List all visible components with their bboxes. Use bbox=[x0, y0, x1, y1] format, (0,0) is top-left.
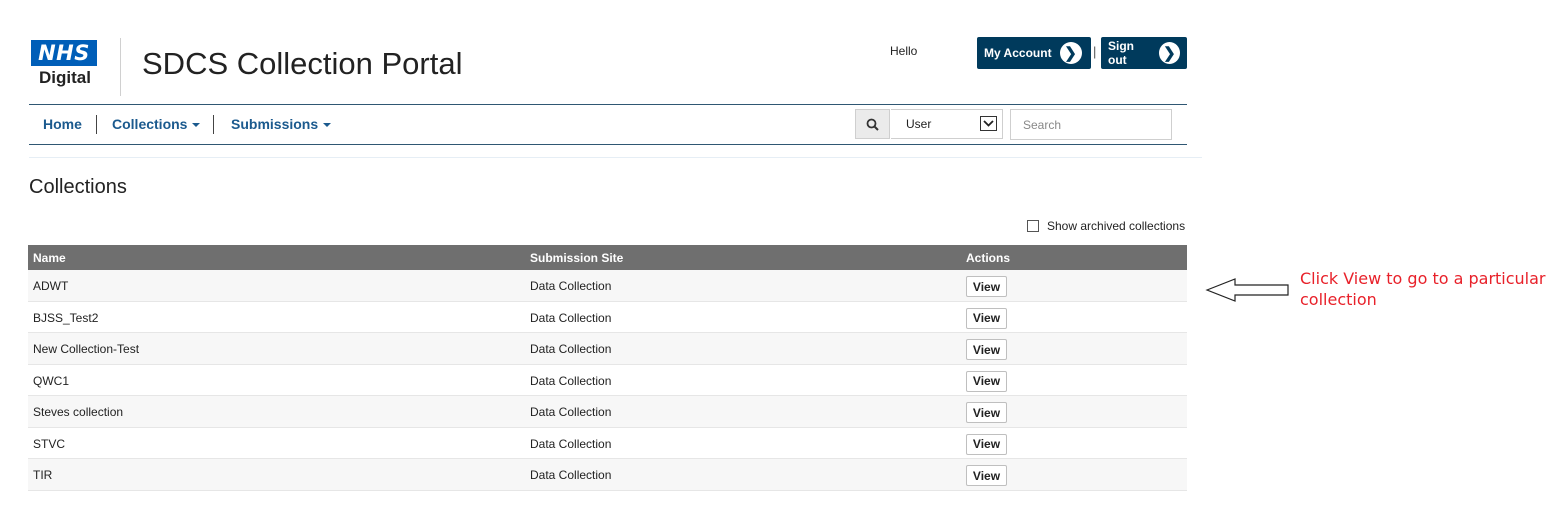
annotation-text: Click View to go to a particular collect… bbox=[1300, 269, 1546, 309]
row-submission-site: Data Collection bbox=[530, 373, 612, 388]
nhs-logo-subtext: Digital bbox=[39, 68, 91, 87]
show-archived-toggle[interactable]: Show archived collections bbox=[1027, 219, 1185, 233]
row-submission-site: Data Collection bbox=[530, 310, 612, 325]
sign-out-button[interactable]: Sign out ❯ bbox=[1101, 37, 1187, 69]
nav-divider bbox=[213, 115, 214, 134]
nav-item-label: Home bbox=[43, 116, 82, 132]
row-name: TIR bbox=[33, 468, 53, 482]
nav-item-label: Collections bbox=[112, 116, 188, 132]
view-button[interactable]: View bbox=[966, 465, 1007, 486]
page-title: SDCS Collection Portal bbox=[142, 46, 463, 81]
row-name: QWC1 bbox=[33, 373, 69, 388]
row-name: New Collection-Test bbox=[33, 342, 140, 356]
row-name: Steves collection bbox=[33, 405, 124, 419]
nav-item-home[interactable]: Home bbox=[43, 116, 82, 132]
chevron-right-icon: ❯ bbox=[1059, 42, 1082, 64]
nav-item-collections[interactable]: Collections bbox=[112, 116, 201, 132]
search-icon bbox=[866, 118, 879, 131]
column-header-name[interactable]: Name bbox=[33, 251, 66, 265]
nav-divider bbox=[96, 115, 97, 134]
show-archived-label: Show archived collections bbox=[1047, 219, 1186, 233]
search-scope-value: User bbox=[906, 117, 932, 131]
left-arrow-icon bbox=[1205, 278, 1289, 302]
table-row: BJSS_Test2 Data Collection View bbox=[28, 301, 1187, 333]
row-submission-site: Data Collection bbox=[530, 405, 612, 419]
search-button[interactable] bbox=[855, 109, 890, 139]
nav-shadow-line bbox=[29, 157, 1202, 158]
table-row: Steves collection Data Collection View bbox=[28, 396, 1187, 428]
sign-out-label: Sign out bbox=[1108, 39, 1134, 67]
chevron-right-icon: ❯ bbox=[1158, 42, 1180, 64]
view-button[interactable]: View bbox=[966, 339, 1007, 360]
column-header-submission-site[interactable]: Submission Site bbox=[530, 251, 623, 265]
my-account-label: My Account bbox=[984, 46, 1052, 60]
nhs-logo-mark: NHS bbox=[31, 40, 97, 66]
view-button[interactable]: View bbox=[966, 433, 1007, 455]
nav-item-submissions[interactable]: Submissions bbox=[231, 116, 332, 132]
view-button[interactable]: View bbox=[966, 370, 1007, 392]
search-scope-select[interactable]: User bbox=[891, 109, 1003, 139]
row-name: ADWT bbox=[33, 279, 69, 293]
table-row: TIR Data Collection View bbox=[28, 459, 1187, 491]
row-submission-site: Data Collection bbox=[530, 342, 612, 356]
nhs-digital-logo[interactable]: NHS Digital bbox=[31, 40, 99, 88]
table-row: STVC Data Collection View bbox=[28, 427, 1187, 459]
table-body: ADWT Data Collection View BJSS_Test2 Dat… bbox=[28, 270, 1187, 491]
nav-item-label: Submissions bbox=[231, 116, 319, 132]
row-submission-site: Data Collection bbox=[530, 436, 612, 451]
collections-table: Name Submission Site Actions ADWT Data C… bbox=[28, 245, 1187, 491]
row-submission-site: Data Collection bbox=[530, 468, 612, 482]
view-button[interactable]: View bbox=[966, 276, 1007, 297]
collections-heading: Collections bbox=[29, 176, 127, 198]
nav-border-bottom bbox=[29, 144, 1187, 145]
row-name: BJSS_Test2 bbox=[33, 310, 99, 325]
view-button[interactable]: View bbox=[966, 402, 1007, 423]
caret-down-icon bbox=[192, 123, 201, 128]
header-separator: | bbox=[1093, 44, 1097, 59]
table-row: ADWT Data Collection View bbox=[28, 270, 1187, 302]
search-input[interactable] bbox=[1010, 109, 1172, 140]
show-archived-checkbox[interactable] bbox=[1027, 220, 1039, 232]
nav-border-top bbox=[29, 104, 1187, 105]
table-header: Name Submission Site Actions bbox=[28, 245, 1187, 270]
caret-down-icon bbox=[323, 123, 332, 128]
chevron-down-icon bbox=[980, 116, 997, 131]
my-account-button[interactable]: My Account ❯ bbox=[977, 37, 1091, 69]
view-button[interactable]: View bbox=[966, 307, 1007, 329]
logo-divider bbox=[120, 38, 121, 96]
table-row: QWC1 Data Collection View bbox=[28, 364, 1187, 396]
row-submission-site: Data Collection bbox=[530, 279, 612, 293]
column-header-actions: Actions bbox=[966, 251, 1011, 265]
table-row: New Collection-Test Data Collection View bbox=[28, 333, 1187, 365]
row-name: STVC bbox=[33, 436, 66, 451]
greeting-text: Hello bbox=[890, 44, 918, 58]
